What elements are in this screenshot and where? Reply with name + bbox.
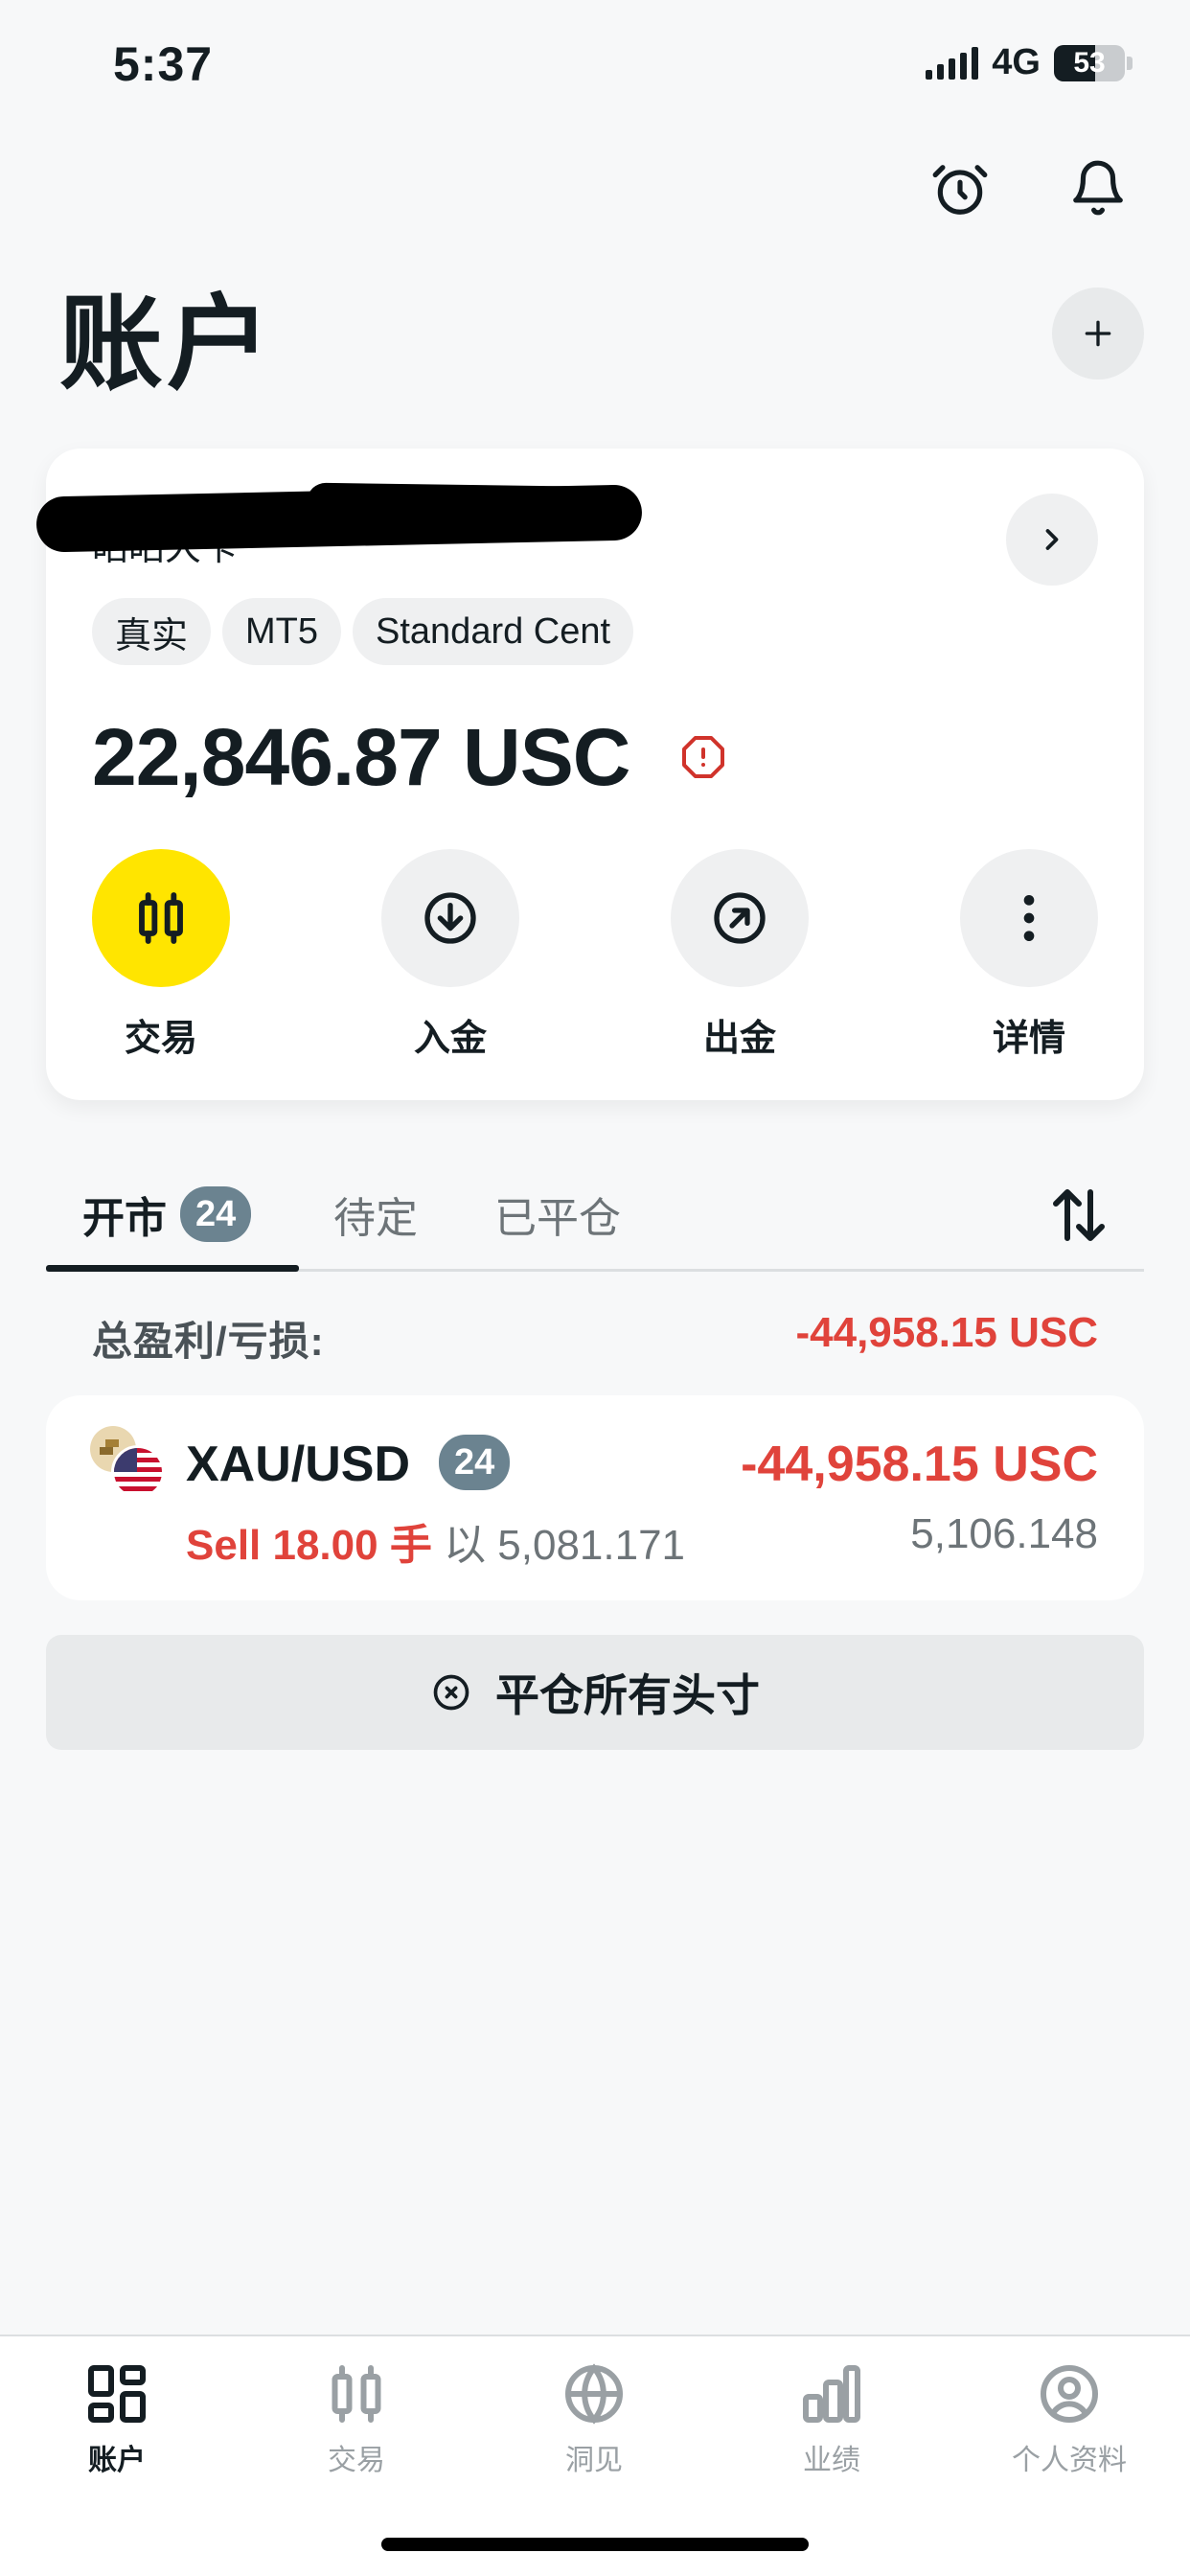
account-tags: 真实 MT5 Standard Cent — [92, 598, 634, 665]
tab-pending[interactable]: 待定 — [333, 1184, 418, 1245]
nav-label: 个人资料 — [1012, 2445, 1127, 2476]
tag-account-type: 真实 — [92, 598, 212, 665]
close-all-label: 平仓所有头寸 — [495, 1670, 760, 1720]
positions-tabs: 开市 24 待定 已平仓 — [46, 1174, 1144, 1272]
action-label: 出金 — [702, 1019, 776, 1059]
open-count-badge: 24 — [180, 1186, 252, 1242]
home-indicator — [381, 2538, 809, 2551]
tag-account-class: Standard Cent — [353, 598, 634, 665]
bar-chart-icon — [803, 2365, 860, 2423]
nav-profile[interactable]: 个人资料 — [973, 2359, 1165, 2478]
account-actions: 交易 入金 出金 详情 — [92, 849, 1098, 1061]
nav-label: 账户 — [88, 2445, 146, 2476]
page-title: 账户 — [59, 286, 275, 402]
signal-icon — [926, 46, 979, 80]
nav-label: 业绩 — [803, 2445, 860, 2476]
close-circle-icon — [433, 1674, 469, 1711]
action-label: 交易 — [124, 1019, 197, 1059]
alarm-clock-icon[interactable] — [926, 155, 995, 224]
nav-label: 洞见 — [565, 2445, 623, 2476]
sort-icon[interactable] — [1044, 1181, 1113, 1250]
nav-insights[interactable]: 洞见 — [498, 2359, 690, 2478]
action-label: 入金 — [413, 1019, 487, 1059]
position-count-badge: 24 — [439, 1435, 511, 1490]
total-pnl-label: 总盈利/亏损: — [92, 1319, 325, 1364]
chevron-right-icon — [1045, 529, 1059, 550]
arrow-up-right-circle-icon — [714, 892, 766, 944]
battery-icon: 53 — [1054, 44, 1125, 81]
deposit-action-button[interactable]: 入金 — [381, 849, 519, 1061]
globe-icon — [565, 2363, 623, 2425]
candlestick-icon — [332, 2365, 381, 2423]
nav-performance[interactable]: 业绩 — [736, 2359, 927, 2478]
tag-platform: MT5 — [222, 598, 342, 665]
close-all-positions-button[interactable]: 平仓所有头寸 — [46, 1635, 1144, 1750]
tab-closed[interactable]: 已平仓 — [494, 1184, 621, 1245]
active-tab-indicator — [46, 1265, 299, 1272]
tab-closed-label: 已平仓 — [494, 1195, 621, 1242]
plus-icon — [1085, 320, 1111, 347]
position-symbol: XAU/USD — [186, 1437, 411, 1492]
position-pnl: -44,958.15 USC — [741, 1437, 1098, 1492]
position-side: Sell 18.00 手 — [186, 1522, 432, 1569]
status-indicators: 4G 53 — [926, 42, 1133, 83]
account-balance: 22,846.87 USC — [92, 712, 630, 802]
profile-icon — [1041, 2365, 1098, 2423]
warning-octagon-icon[interactable] — [680, 734, 726, 780]
account-details-button[interactable] — [1006, 494, 1098, 586]
notification-bell-icon[interactable] — [1064, 153, 1133, 222]
grid-icon — [88, 2365, 146, 2423]
action-label: 详情 — [992, 1019, 1065, 1059]
candlestick-icon — [139, 892, 183, 944]
position-detail: Sell 18.00 手 以 5,081.171 — [186, 1510, 685, 1572]
nav-label: 交易 — [328, 2445, 385, 2476]
network-type: 4G — [992, 42, 1041, 82]
redaction-mark — [306, 482, 633, 526]
details-action-button[interactable]: 详情 — [960, 849, 1098, 1061]
nav-trade[interactable]: 交易 — [261, 2359, 452, 2478]
position-open-price: 以 5,081.171 — [444, 1522, 686, 1569]
tab-open[interactable]: 开市 24 — [82, 1184, 252, 1245]
arrow-down-circle-icon — [424, 892, 476, 944]
total-pnl-value: -44,958.15 USC — [795, 1309, 1098, 1356]
us-flag-icon — [111, 1445, 165, 1499]
add-account-button[interactable] — [1052, 288, 1144, 380]
position-current-price: 5,106.148 — [910, 1510, 1098, 1557]
trade-action-button[interactable]: 交易 — [92, 849, 230, 1061]
status-time: 5:37 — [113, 37, 214, 91]
tab-open-label: 开市 — [82, 1195, 167, 1242]
more-vertical-icon — [1023, 895, 1035, 941]
battery-level: 53 — [1073, 46, 1106, 79]
withdraw-action-button[interactable]: 出金 — [671, 849, 809, 1061]
nav-accounts[interactable]: 账户 — [21, 2359, 213, 2478]
tab-pending-label: 待定 — [333, 1195, 418, 1242]
